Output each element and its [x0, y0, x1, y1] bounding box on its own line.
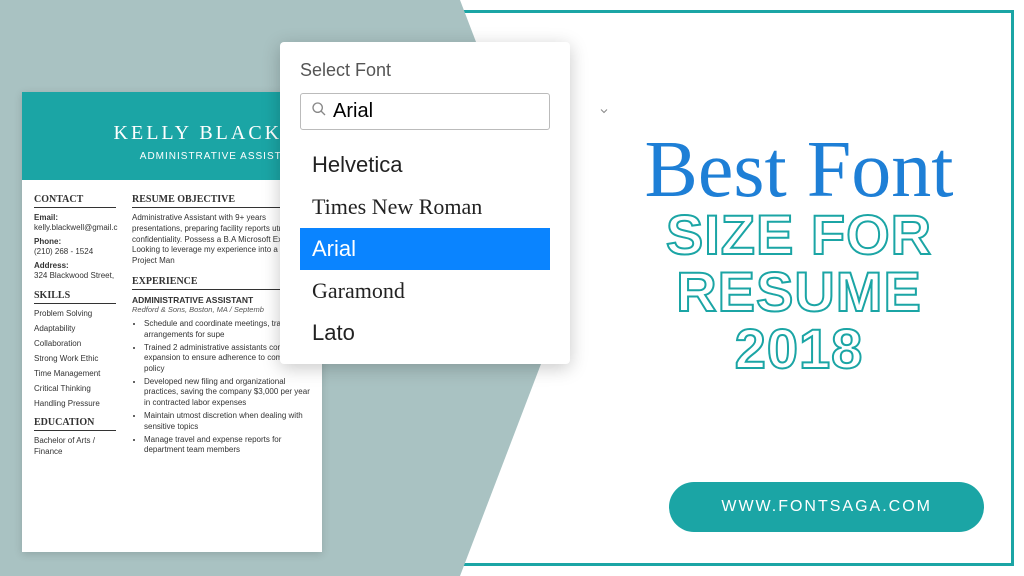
chevron-down-icon[interactable] [598, 104, 610, 120]
skill-item: Critical Thinking [34, 384, 116, 393]
resume-left-column: CONTACT Email:kelly.blackwell@gmail.c Ph… [34, 194, 124, 460]
email-label: Email: [34, 213, 116, 223]
skill-item: Problem Solving [34, 309, 116, 318]
popup-title: Select Font [300, 60, 550, 81]
resume-name: KELLY BLACKW [40, 122, 304, 145]
bullet: Manage travel and expense reports for de… [144, 435, 310, 456]
address-value: 324 Blackwood Street, [34, 271, 114, 280]
resume-subtitle: ADMINISTRATIVE ASSISTANT [40, 151, 304, 162]
skill-item: Collaboration [34, 339, 116, 348]
headline-script: Best Font [614, 140, 984, 200]
headline: Best Font SIZE FOR RESUME 2018 [614, 140, 984, 377]
resume-body: CONTACT Email:kelly.blackwell@gmail.c Ph… [22, 180, 322, 474]
skill-item: Adaptability [34, 324, 116, 333]
font-option-arial[interactable]: Arial [300, 228, 550, 270]
resume-preview: KELLY BLACKW ADMINISTRATIVE ASSISTANT CO… [22, 92, 322, 552]
phone-value: (210) 268 - 1524 [34, 247, 93, 256]
phone-label: Phone: [34, 237, 116, 247]
headline-line1: SIZE FOR [614, 206, 984, 263]
skills-heading: SKILLS [34, 290, 116, 304]
font-list: Helvetica Times New Roman Arial Garamond… [300, 144, 550, 354]
email-value: kelly.blackwell@gmail.c [34, 223, 118, 232]
font-option-lato[interactable]: Lato [300, 312, 550, 354]
skill-item: Time Management [34, 369, 116, 378]
font-select-popup: Select Font Helvetica Times New Roman Ar… [280, 42, 570, 364]
font-search-input[interactable] [333, 100, 598, 123]
bullet: Maintain utmost discretion when dealing … [144, 411, 310, 432]
education-value: Bachelor of Arts / Finance [34, 436, 116, 457]
font-option-times[interactable]: Times New Roman [300, 186, 550, 228]
font-option-helvetica[interactable]: Helvetica [300, 144, 550, 186]
education-heading: EDUCATION [34, 417, 116, 431]
search-icon [311, 101, 327, 122]
headline-line2: RESUME 2018 [614, 263, 984, 377]
contact-heading: CONTACT [34, 194, 116, 208]
address-label: Address: [34, 261, 116, 271]
font-option-garamond[interactable]: Garamond [300, 270, 550, 312]
font-search-field[interactable] [300, 93, 550, 130]
bullet: Developed new filing and organizational … [144, 377, 310, 408]
resume-header: KELLY BLACKW ADMINISTRATIVE ASSISTANT [22, 92, 322, 180]
skill-item: Handling Pressure [34, 399, 116, 408]
skill-item: Strong Work Ethic [34, 354, 116, 363]
website-pill[interactable]: WWW.FONTSAGA.COM [669, 482, 984, 532]
